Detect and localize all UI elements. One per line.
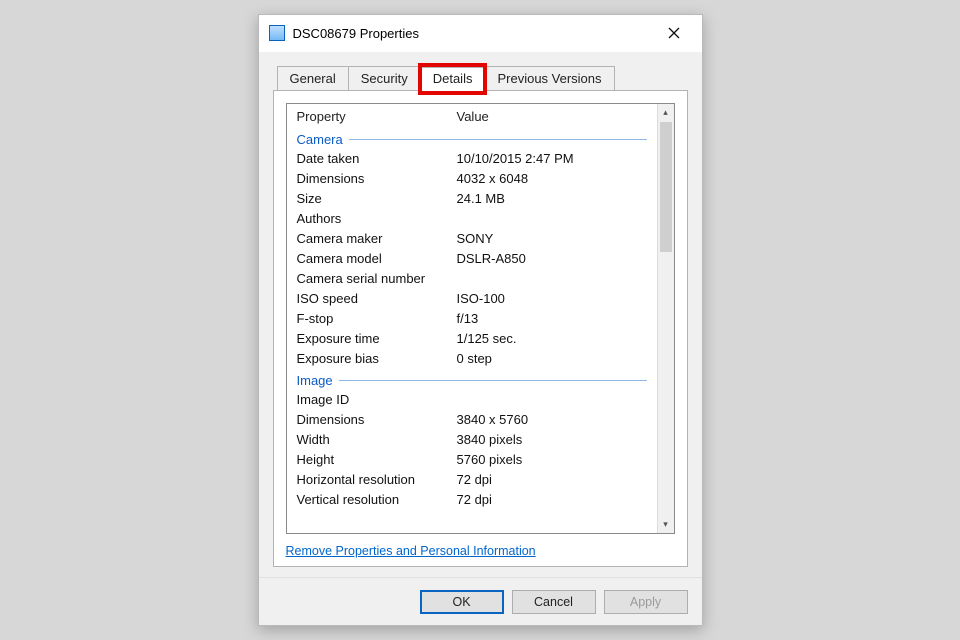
prop-value: 3840 pixels [457,430,647,450]
column-headers: Property Value [297,104,647,128]
table-row[interactable]: Height5760 pixels [297,450,647,470]
prop-value: 72 dpi [457,470,647,490]
table-row[interactable]: Camera makerSONY [297,229,647,249]
table-row[interactable]: Size24.1 MB [297,189,647,209]
titlebar: DSC08679 Properties [259,15,702,51]
prop-value: 0 step [457,349,647,369]
properties-dialog: DSC08679 Properties General Security Det… [258,14,703,626]
prop-value: 1/125 sec. [457,329,647,349]
prop-label: Dimensions [297,169,457,189]
prop-value: f/13 [457,309,647,329]
prop-value [457,209,647,229]
tab-previous-versions[interactable]: Previous Versions [484,66,614,90]
header-property: Property [297,109,457,124]
prop-value: 5760 pixels [457,450,647,470]
table-row[interactable]: Image ID [297,390,647,410]
prop-value: 72 dpi [457,490,647,510]
tab-security[interactable]: Security [348,66,421,90]
button-bar: OK Cancel Apply [259,577,702,625]
window-title: DSC08679 Properties [293,26,654,41]
prop-label: Date taken [297,149,457,169]
prop-label: Exposure bias [297,349,457,369]
header-value: Value [457,109,647,124]
table-row[interactable]: Date taken10/10/2015 2:47 PM [297,149,647,169]
table-row[interactable]: Dimensions4032 x 6048 [297,169,647,189]
table-row[interactable]: F-stopf/13 [297,309,647,329]
table-row[interactable]: Camera serial number [297,269,647,289]
table-row[interactable]: Camera modelDSLR-A850 [297,249,647,269]
prop-label: ISO speed [297,289,457,309]
prop-value: 3840 x 5760 [457,410,647,430]
prop-label: Image ID [297,390,457,410]
group-camera: Camera [297,132,647,147]
table-row[interactable]: Exposure bias0 step [297,349,647,369]
apply-button[interactable]: Apply [604,590,688,614]
tab-general[interactable]: General [277,66,349,90]
prop-value: SONY [457,229,647,249]
tabstrip: General Security Details Previous Versio… [273,66,688,90]
prop-label: Height [297,450,457,470]
prop-value: 4032 x 6048 [457,169,647,189]
table-row[interactable]: Vertical resolution72 dpi [297,490,647,510]
prop-label: Camera serial number [297,269,457,289]
scrollbar[interactable]: ▴ ▾ [657,104,674,533]
close-icon [668,27,680,39]
prop-label: Camera maker [297,229,457,249]
table-row[interactable]: Horizontal resolution72 dpi [297,470,647,490]
tab-details[interactable]: Details [420,67,486,91]
details-panel: Property Value Camera Date taken10/10/20… [273,90,688,567]
prop-label: Camera model [297,249,457,269]
prop-label: Width [297,430,457,450]
close-button[interactable] [654,19,694,47]
scroll-thumb[interactable] [660,122,672,252]
prop-value [457,269,647,289]
scroll-up-icon[interactable]: ▴ [658,104,674,121]
prop-label: Exposure time [297,329,457,349]
remove-properties-link[interactable]: Remove Properties and Personal Informati… [286,544,675,558]
group-rule [339,380,647,381]
prop-value: 10/10/2015 2:47 PM [457,149,647,169]
table-row[interactable]: Width3840 pixels [297,430,647,450]
table-row[interactable]: Exposure time1/125 sec. [297,329,647,349]
file-icon [269,25,285,41]
properties-body: Property Value Camera Date taken10/10/20… [287,104,657,533]
prop-value: 24.1 MB [457,189,647,209]
prop-value: ISO-100 [457,289,647,309]
prop-label: Vertical resolution [297,490,457,510]
group-image-label: Image [297,373,333,388]
prop-value [457,390,647,410]
scroll-down-icon[interactable]: ▾ [658,516,674,533]
properties-listbox: Property Value Camera Date taken10/10/20… [286,103,675,534]
tab-details-label: Details [433,71,473,86]
group-image: Image [297,373,647,388]
group-rule [349,139,647,140]
prop-value: DSLR-A850 [457,249,647,269]
prop-label: Dimensions [297,410,457,430]
group-camera-label: Camera [297,132,343,147]
cancel-button[interactable]: Cancel [512,590,596,614]
dialog-body: General Security Details Previous Versio… [259,51,702,577]
prop-label: Horizontal resolution [297,470,457,490]
prop-label: Size [297,189,457,209]
ok-button[interactable]: OK [420,590,504,614]
table-row[interactable]: Dimensions3840 x 5760 [297,410,647,430]
table-row[interactable]: ISO speedISO-100 [297,289,647,309]
prop-label: Authors [297,209,457,229]
table-row[interactable]: Authors [297,209,647,229]
prop-label: F-stop [297,309,457,329]
